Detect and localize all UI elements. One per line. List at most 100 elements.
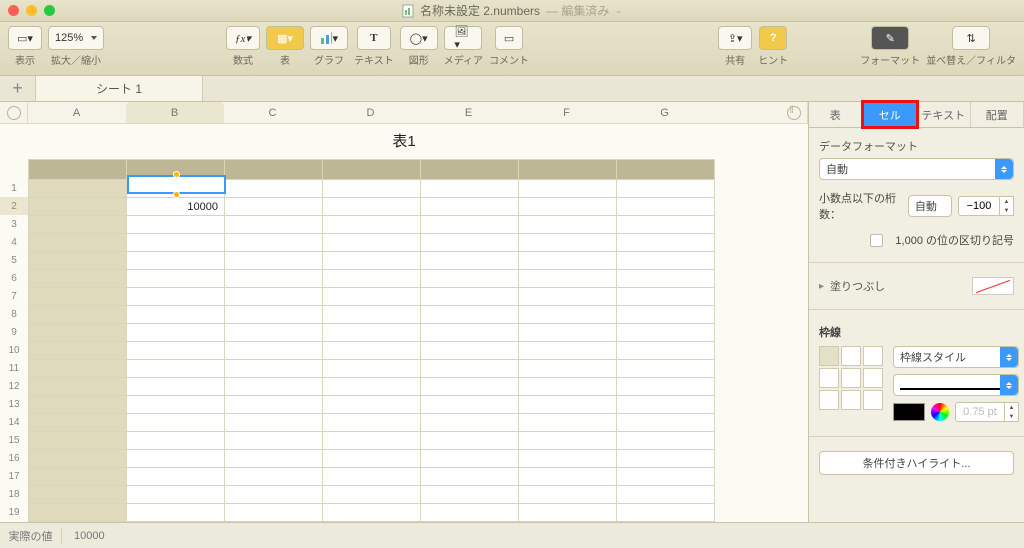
cell[interactable] bbox=[519, 360, 617, 378]
cell[interactable] bbox=[617, 342, 715, 360]
cell[interactable] bbox=[421, 180, 519, 198]
row-head-17[interactable]: 17 bbox=[0, 467, 28, 485]
row-head-7[interactable]: 7 bbox=[0, 287, 28, 305]
cell[interactable] bbox=[519, 378, 617, 396]
cell[interactable] bbox=[519, 468, 617, 486]
add-column-button[interactable] bbox=[780, 102, 808, 123]
border-grid[interactable] bbox=[819, 346, 883, 410]
col-G[interactable]: G bbox=[616, 102, 714, 123]
cell[interactable] bbox=[29, 522, 127, 523]
cell[interactable] bbox=[617, 432, 715, 450]
row-head-1[interactable]: 1 bbox=[0, 179, 28, 197]
cell[interactable] bbox=[225, 252, 323, 270]
cell[interactable] bbox=[225, 486, 323, 504]
cell[interactable] bbox=[29, 198, 127, 216]
cell[interactable] bbox=[617, 360, 715, 378]
cell[interactable] bbox=[617, 450, 715, 468]
cell[interactable] bbox=[29, 414, 127, 432]
cell[interactable] bbox=[127, 234, 225, 252]
cell[interactable] bbox=[519, 450, 617, 468]
cell[interactable] bbox=[421, 306, 519, 324]
comment-button[interactable]: ▭ bbox=[495, 26, 523, 50]
cell[interactable] bbox=[421, 504, 519, 522]
cell[interactable] bbox=[519, 432, 617, 450]
text-button[interactable]: T bbox=[357, 26, 391, 50]
tab-layout[interactable]: 配置 bbox=[971, 102, 1024, 127]
cell[interactable] bbox=[617, 180, 715, 198]
cell[interactable] bbox=[29, 234, 127, 252]
cell[interactable] bbox=[617, 504, 715, 522]
col-A[interactable]: A bbox=[28, 102, 126, 123]
sort-button[interactable]: ⇅ bbox=[952, 26, 990, 50]
cell[interactable] bbox=[519, 486, 617, 504]
cell[interactable] bbox=[29, 450, 127, 468]
table-title[interactable]: 表1 bbox=[0, 124, 808, 159]
cell[interactable] bbox=[29, 216, 127, 234]
cell[interactable] bbox=[519, 270, 617, 288]
row-head-12[interactable]: 12 bbox=[0, 377, 28, 395]
row-head-19[interactable]: 19 bbox=[0, 503, 28, 521]
row-head-13[interactable]: 13 bbox=[0, 395, 28, 413]
row-head-4[interactable]: 4 bbox=[0, 233, 28, 251]
decimals-stepper[interactable]: ▲▼ bbox=[958, 196, 1014, 216]
cell[interactable] bbox=[29, 180, 127, 198]
cell[interactable] bbox=[421, 216, 519, 234]
shape-button[interactable]: ◯▾ bbox=[400, 26, 438, 50]
cell[interactable] bbox=[29, 486, 127, 504]
cell[interactable] bbox=[29, 288, 127, 306]
cell[interactable] bbox=[127, 486, 225, 504]
cell[interactable] bbox=[127, 468, 225, 486]
cell[interactable] bbox=[323, 216, 421, 234]
cell[interactable] bbox=[617, 396, 715, 414]
cell[interactable] bbox=[617, 468, 715, 486]
cell[interactable] bbox=[29, 360, 127, 378]
zoom-select[interactable]: 125% bbox=[48, 26, 104, 50]
cell[interactable] bbox=[617, 378, 715, 396]
row-column-menu[interactable] bbox=[0, 102, 28, 123]
selection-handle-bottom[interactable] bbox=[173, 191, 180, 198]
cell[interactable] bbox=[323, 234, 421, 252]
conditional-highlight-button[interactable]: 条件付きハイライト... bbox=[819, 451, 1014, 475]
cell[interactable] bbox=[127, 324, 225, 342]
cell[interactable] bbox=[421, 450, 519, 468]
cell[interactable] bbox=[29, 160, 127, 180]
cell[interactable] bbox=[421, 432, 519, 450]
row-head-16[interactable]: 16 bbox=[0, 449, 28, 467]
thousands-checkbox[interactable] bbox=[870, 234, 883, 247]
cell[interactable] bbox=[519, 504, 617, 522]
cell[interactable]: 10000 bbox=[127, 198, 225, 216]
fill-disclosure[interactable]: 塗りつぶし bbox=[819, 278, 885, 294]
cell[interactable] bbox=[29, 396, 127, 414]
cell[interactable] bbox=[519, 252, 617, 270]
cell[interactable] bbox=[323, 306, 421, 324]
cell[interactable] bbox=[127, 504, 225, 522]
cell[interactable] bbox=[519, 396, 617, 414]
cell[interactable] bbox=[421, 342, 519, 360]
cell[interactable] bbox=[225, 396, 323, 414]
cell[interactable] bbox=[323, 342, 421, 360]
format-button[interactable]: ✎ bbox=[871, 26, 909, 50]
tab-table[interactable]: 表 bbox=[809, 102, 863, 127]
cell[interactable] bbox=[323, 198, 421, 216]
cell[interactable] bbox=[323, 486, 421, 504]
close-icon[interactable] bbox=[8, 5, 19, 16]
row-head-2[interactable]: 2 bbox=[0, 197, 28, 215]
cell[interactable] bbox=[421, 414, 519, 432]
cell[interactable] bbox=[421, 486, 519, 504]
selection-handle-top[interactable] bbox=[173, 171, 180, 178]
cell[interactable] bbox=[225, 288, 323, 306]
cell[interactable] bbox=[421, 324, 519, 342]
cell[interactable] bbox=[519, 234, 617, 252]
add-sheet-button[interactable]: + bbox=[0, 76, 36, 101]
cell[interactable] bbox=[519, 522, 617, 523]
color-wheel-icon[interactable] bbox=[931, 403, 949, 421]
row-head-0[interactable] bbox=[0, 159, 28, 179]
col-B[interactable]: B bbox=[126, 102, 224, 123]
border-width-input[interactable] bbox=[955, 402, 1005, 422]
cell[interactable] bbox=[29, 306, 127, 324]
cell[interactable] bbox=[323, 252, 421, 270]
cell[interactable] bbox=[617, 198, 715, 216]
tab-cell[interactable]: セル bbox=[861, 100, 920, 129]
cell[interactable] bbox=[225, 504, 323, 522]
row-head-8[interactable]: 8 bbox=[0, 305, 28, 323]
